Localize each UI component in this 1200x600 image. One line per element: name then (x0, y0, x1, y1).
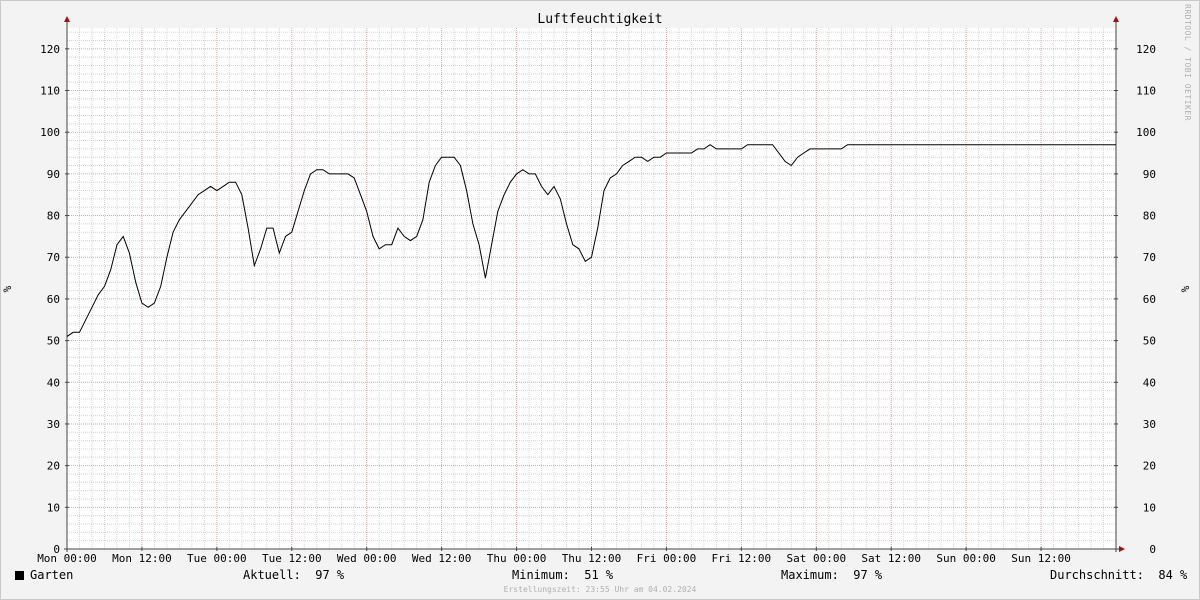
legend-maximum: Maximum: 97 % (781, 568, 882, 582)
y-tick-label-right: 20 (1143, 460, 1156, 473)
y-tick-label-left: 60 (47, 293, 60, 306)
y-tick-label-left: 110 (40, 85, 60, 98)
chart-title: Luftfeuchtigkeit (537, 12, 662, 27)
x-tick-label: Sun 00:00 (936, 552, 996, 565)
y-tick-label-left: 10 (47, 501, 60, 514)
legend-avg-label: Durchschnitt: (1050, 568, 1144, 582)
x-tick-label: Sat 12:00 (861, 552, 921, 565)
y-tick-label-left: 50 (47, 335, 60, 348)
y-tick-label-right: 50 (1143, 335, 1156, 348)
x-axis-arrow-icon (1119, 546, 1125, 552)
y-tick-label-right: 30 (1143, 418, 1156, 431)
legend-current: Aktuell: 97 % (243, 568, 344, 582)
legend-max-value: 97 % (853, 568, 883, 582)
y-tick-label-right: 100 (1136, 126, 1156, 139)
x-tick-label: Mon 12:00 (112, 552, 172, 565)
y-tick-label-right: 70 (1143, 251, 1156, 264)
footer-timestamp: Erstellungszeit: 23:55 Uhr am 04.02.2024 (503, 585, 697, 594)
y-tick-label-right: 110 (1136, 85, 1156, 98)
x-tick-label: Tue 00:00 (187, 552, 247, 565)
y-axis-arrow-left-icon (64, 16, 70, 22)
legend-minimum: Minimum: 51 % (512, 568, 613, 582)
x-tick-label: Wed 00:00 (337, 552, 397, 565)
x-tick-label: Mon 00:00 (37, 552, 97, 565)
y-tick-label-left: 100 (40, 126, 60, 139)
y-tick-label-left: 40 (47, 376, 60, 389)
legend-min-value: 51 % (584, 568, 614, 582)
y-tick-label-right: 120 (1136, 43, 1156, 56)
legend-series: Garten (15, 568, 73, 582)
y-tick-label-left: 120 (40, 43, 60, 56)
x-tick-label: Wed 12:00 (412, 552, 472, 565)
legend-current-label: Aktuell: (243, 568, 301, 582)
x-tick-label: Tue 12:00 (262, 552, 322, 565)
legend-swatch (15, 571, 24, 580)
y-tick-label-right: 90 (1143, 168, 1156, 181)
y-tick-label-right: 80 (1143, 210, 1156, 223)
y-tick-label-right: 10 (1143, 501, 1156, 514)
legend-avg-value: 84 % (1158, 568, 1188, 582)
y-tick-label-left: 70 (47, 251, 60, 264)
y-tick-label-left: 90 (47, 168, 60, 181)
y-tick-label-right: 40 (1143, 376, 1156, 389)
y-tick-label-right: 60 (1143, 293, 1156, 306)
legend-max-label: Maximum: (781, 568, 839, 582)
y-tick-label-left: 80 (47, 210, 60, 223)
y-tick-label-left: 20 (47, 460, 60, 473)
y-axis-label-left: % (1, 285, 14, 292)
x-tick-label: Thu 00:00 (487, 552, 547, 565)
legend-min-label: Minimum: (512, 568, 570, 582)
x-tick-label: Fri 12:00 (712, 552, 772, 565)
x-tick-label: Fri 00:00 (637, 552, 697, 565)
legend-series-name: Garten (30, 568, 74, 582)
x-tick-label: Thu 12:00 (562, 552, 622, 565)
x-tick-label: Sun 12:00 (1011, 552, 1071, 565)
watermark: RRDTOOL / TOBI OETIKER (1183, 4, 1192, 121)
y-axis-label-right: % (1179, 285, 1192, 292)
y-tick-label-right: 0 (1149, 543, 1156, 556)
y-tick-label-left: 30 (47, 418, 60, 431)
legend-current-value: 97 % (315, 568, 345, 582)
y-axis-arrow-right-icon (1113, 16, 1119, 22)
x-tick-label: Sat 00:00 (786, 552, 846, 565)
legend-average: Durchschnitt: 84 % (1050, 568, 1187, 582)
chart-canvas: 0 010 1020 2030 3040 4050 5060 6070 7080 8090 9010… (1, 12, 1192, 565)
